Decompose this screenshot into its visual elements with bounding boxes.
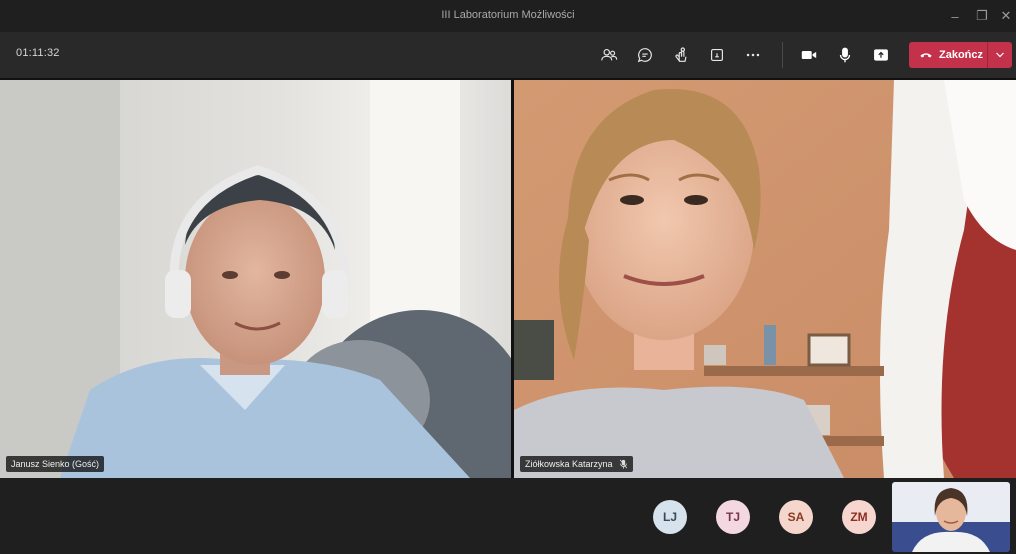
participant-name-tag: Janusz Sienko (Gość) bbox=[6, 456, 105, 472]
minimize-icon[interactable]: – bbox=[944, 6, 966, 26]
participant-name: Ziółkowska Katarzyna bbox=[525, 459, 613, 469]
end-call-button[interactable]: Zakończ bbox=[909, 42, 1012, 68]
meeting-timer: 01:11:32 bbox=[16, 47, 60, 59]
meeting-toolbar: 01:11:32 Zakończ bbox=[0, 32, 1016, 78]
self-video-preview[interactable] bbox=[892, 482, 1010, 552]
more-actions-icon[interactable] bbox=[741, 43, 765, 67]
participants-icon[interactable] bbox=[597, 43, 621, 67]
participant-video-right[interactable]: Ziółkowska Katarzyna bbox=[514, 80, 1016, 478]
participant-roster: LJ TJ SA ZM bbox=[0, 478, 1016, 554]
participant-avatar-tj[interactable]: TJ bbox=[716, 500, 750, 534]
chevron-down-icon bbox=[996, 52, 1004, 58]
window-title: III Laboratorium Możliwości bbox=[441, 9, 575, 21]
video-stage: Janusz Sienko (Gość) Ziółkowska Katarzyn… bbox=[0, 78, 1016, 478]
self-video-image bbox=[892, 482, 1010, 552]
toolbar-divider bbox=[782, 42, 783, 68]
participant-video-left-image bbox=[0, 80, 511, 478]
participant-avatar-lj[interactable]: LJ bbox=[653, 500, 687, 534]
camera-icon[interactable] bbox=[797, 43, 821, 67]
mic-muted-icon bbox=[619, 459, 627, 469]
title-bar: III Laboratorium Możliwości – ❐ ✕ bbox=[0, 0, 1016, 32]
close-icon[interactable]: ✕ bbox=[995, 6, 1016, 26]
end-call-main[interactable]: Zakończ bbox=[909, 42, 987, 68]
participant-avatar-zm[interactable]: ZM bbox=[842, 500, 876, 534]
hang-up-icon bbox=[920, 53, 932, 58]
share-tray-icon[interactable] bbox=[705, 43, 729, 67]
end-call-label: Zakończ bbox=[939, 49, 984, 61]
maximize-icon[interactable]: ❐ bbox=[971, 6, 993, 26]
reactions-icon[interactable] bbox=[669, 43, 693, 67]
share-screen-icon[interactable] bbox=[869, 43, 893, 67]
participant-video-left[interactable]: Janusz Sienko (Gość) bbox=[0, 80, 511, 478]
participant-name-tag: Ziółkowska Katarzyna bbox=[520, 456, 633, 472]
participant-video-right-image bbox=[514, 80, 1016, 478]
participant-name: Janusz Sienko (Gość) bbox=[11, 459, 100, 469]
chat-icon[interactable] bbox=[633, 43, 657, 67]
participant-avatar-sa[interactable]: SA bbox=[779, 500, 813, 534]
microphone-icon[interactable] bbox=[833, 43, 857, 67]
end-call-dropdown[interactable] bbox=[988, 42, 1012, 68]
